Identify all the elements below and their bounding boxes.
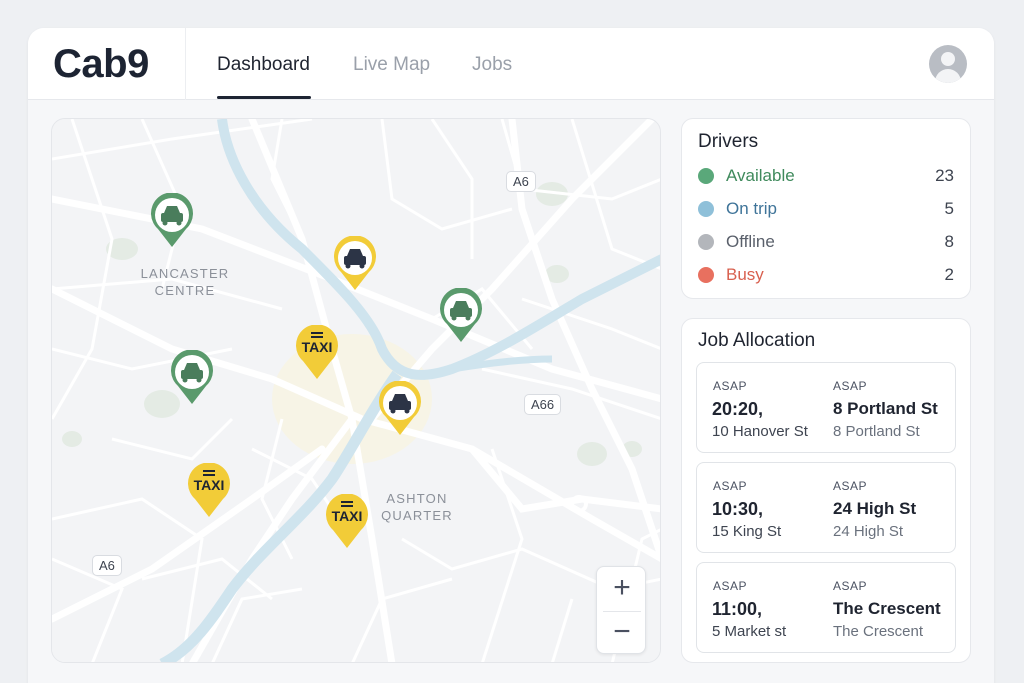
status-label: Available xyxy=(726,166,795,185)
area-label-lancaster: LANCASTER CENTRE xyxy=(140,266,230,298)
status-dot-on-trip xyxy=(698,201,714,217)
tab-live-map[interactable]: Live Map xyxy=(353,54,430,76)
status-label: Offline xyxy=(726,232,775,251)
job-pickup: 10 Hanover St xyxy=(712,423,808,440)
zoom-out-button[interactable]: − xyxy=(597,611,647,655)
car-icon xyxy=(171,350,213,404)
driver-status-on-trip[interactable]: On trip 5 xyxy=(698,197,954,221)
taxi-pin-label: TAXI xyxy=(331,508,363,524)
active-tab-indicator xyxy=(217,96,311,99)
top-bar: Cab9 Dashboard Live Map Jobs xyxy=(28,28,994,100)
job-card[interactable]: ASAP ASAP 20:20, 8 Portland St 10 Hanove… xyxy=(696,362,956,453)
job-tag: ASAP xyxy=(833,379,868,393)
taxi-pin[interactable]: TAXI xyxy=(324,494,370,550)
status-count: 5 xyxy=(944,199,954,218)
driver-status-offline[interactable]: Offline 8 xyxy=(698,230,954,254)
area-label-ashton: ASHTON QUARTER xyxy=(381,491,453,523)
job-time: 10:30, xyxy=(712,499,764,519)
status-dot-offline xyxy=(698,234,714,250)
job-destination-sub: The Crescent xyxy=(833,623,924,640)
job-destination-sub: 24 High St xyxy=(833,523,904,540)
drivers-title: Drivers xyxy=(698,131,759,152)
header-divider xyxy=(185,28,186,100)
car-icon xyxy=(440,288,482,342)
job-destination: 24 High St xyxy=(833,499,917,518)
driver-pin-available[interactable] xyxy=(169,350,215,406)
job-card[interactable]: ASAP ASAP 10:30, 24 High St 15 King St 2… xyxy=(696,462,956,553)
job-allocation-title: Job Allocation xyxy=(698,330,816,351)
job-tag: ASAP xyxy=(713,579,748,593)
taxi-pin-label: TAXI xyxy=(301,339,333,355)
user-avatar-icon[interactable] xyxy=(929,45,967,83)
live-map[interactable]: LANCASTER CENTRE ASHTON QUARTER A6 A66 A6 xyxy=(51,118,661,663)
job-tag: ASAP xyxy=(833,579,868,593)
status-count: 23 xyxy=(935,166,954,185)
car-icon xyxy=(379,381,421,435)
status-count: 2 xyxy=(944,265,954,284)
road-tag-a6-south: A6 xyxy=(92,555,122,576)
job-destination: 8 Portland St xyxy=(833,399,938,418)
map-streets xyxy=(52,119,660,662)
job-time: 11:00, xyxy=(712,599,763,619)
job-allocation-card: Job Allocation ASAP ASAP 20:20, 8 Portla… xyxy=(681,318,971,663)
zoom-in-button[interactable]: + xyxy=(597,567,647,611)
driver-pin-on-trip[interactable] xyxy=(377,381,423,437)
status-label: On trip xyxy=(726,199,778,218)
status-label: Busy xyxy=(726,265,764,284)
taxi-pin-label: TAXI xyxy=(193,477,225,493)
road-tag-a6: A6 xyxy=(506,171,536,192)
job-tag: ASAP xyxy=(713,479,748,493)
job-tag: ASAP xyxy=(713,379,748,393)
job-pickup: 5 Market st xyxy=(712,623,787,640)
job-card[interactable]: ASAP ASAP 11:00, The Crescent 5 Market s… xyxy=(696,562,956,653)
taxi-pin[interactable]: TAXI xyxy=(294,325,340,381)
driver-pin-on-trip[interactable] xyxy=(332,236,378,292)
taxi-pin[interactable]: TAXI xyxy=(186,463,232,519)
driver-status-busy[interactable]: Busy 2 xyxy=(698,263,954,287)
drivers-card: Drivers Available 23 On trip 5 Offline 8… xyxy=(681,118,971,299)
tab-dashboard[interactable]: Dashboard xyxy=(217,54,310,76)
car-icon xyxy=(151,193,193,247)
car-icon xyxy=(334,236,376,290)
driver-status-available[interactable]: Available 23 xyxy=(698,164,954,188)
driver-pin-available[interactable] xyxy=(149,193,195,249)
app-logo: Cab9 xyxy=(53,42,149,86)
road-tag-a66: A66 xyxy=(524,394,562,415)
tab-jobs[interactable]: Jobs xyxy=(472,54,512,76)
job-destination: The Crescent xyxy=(833,599,941,618)
job-pickup: 15 King St xyxy=(712,523,782,540)
status-dot-busy xyxy=(698,267,714,283)
job-destination-sub: 8 Portland St xyxy=(833,423,920,440)
job-tag: ASAP xyxy=(833,479,868,493)
app-window: Cab9 Dashboard Live Map Jobs LANCASTER C… xyxy=(28,28,994,683)
zoom-control: + − xyxy=(596,566,646,654)
driver-pin-available[interactable] xyxy=(438,288,484,344)
status-count: 8 xyxy=(944,232,954,251)
status-dot-available xyxy=(698,168,714,184)
job-time: 20:20, xyxy=(712,399,764,419)
